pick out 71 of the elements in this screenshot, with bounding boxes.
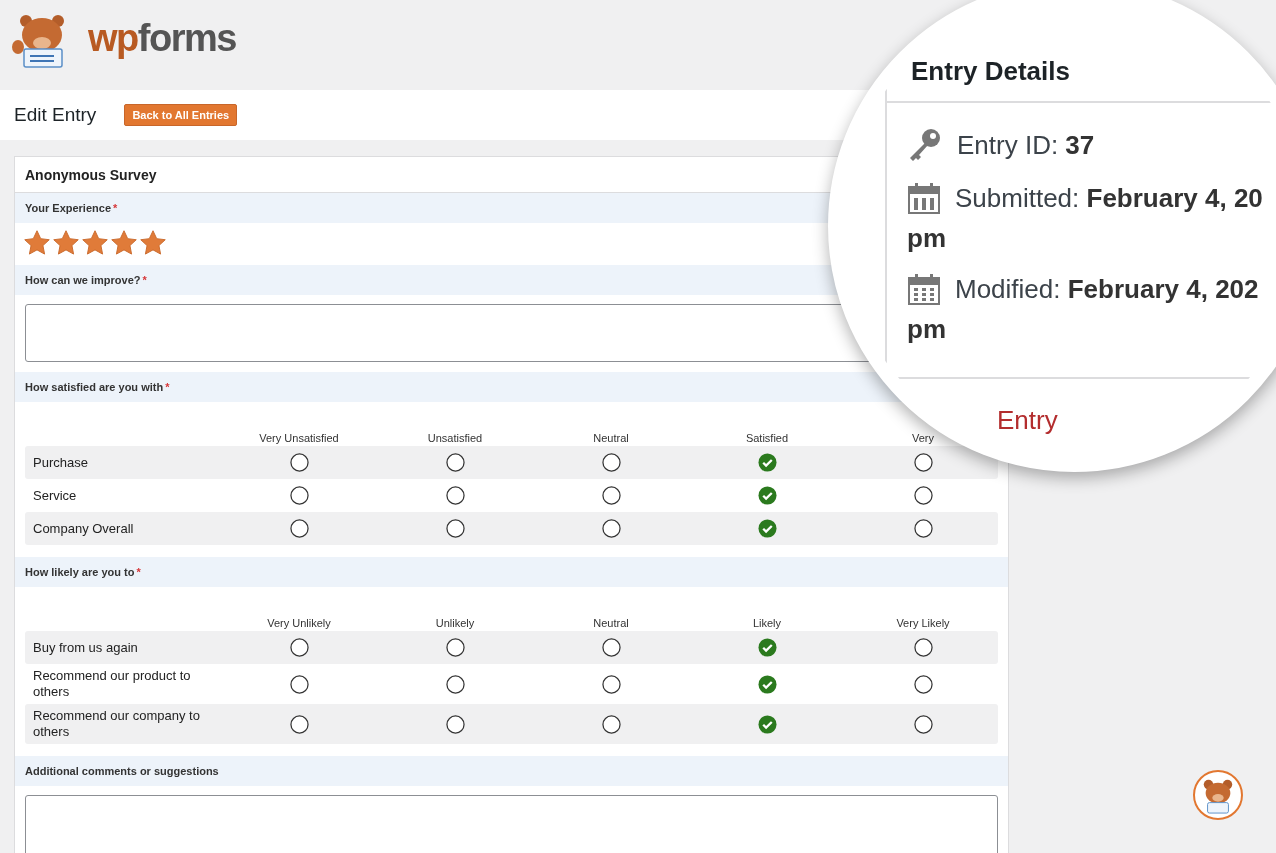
radio-icon[interactable] (913, 486, 933, 505)
radio-icon[interactable] (289, 453, 309, 472)
radio-icon[interactable] (601, 674, 621, 694)
radio-icon[interactable] (601, 714, 621, 734)
column-header: Likely (752, 617, 782, 629)
radio-icon[interactable] (289, 486, 309, 505)
panel-title: Entry Details (887, 34, 1276, 103)
radio-icon[interactable] (913, 674, 933, 694)
radio-icon[interactable] (913, 519, 933, 538)
radio-icon[interactable] (289, 519, 309, 538)
column-header: Neutral (593, 617, 629, 629)
bear-badge-icon[interactable] (1193, 770, 1243, 820)
text-area-field[interactable] (25, 795, 998, 853)
radio-icon[interactable] (913, 638, 933, 657)
row-label: Buy from us again (33, 639, 138, 655)
detail-text: pm (907, 223, 947, 254)
entry-link[interactable]: Entry (997, 405, 1058, 435)
star-icon[interactable] (23, 229, 51, 257)
radio-icon[interactable] (601, 453, 621, 472)
check-radio-icon[interactable] (757, 638, 777, 657)
radio-icon[interactable] (445, 714, 465, 734)
check-radio-icon[interactable] (757, 453, 777, 472)
column-header: Unsatisfied (427, 432, 483, 444)
row-label: Purchase (33, 454, 88, 470)
column-header: Very Unsatisfied (259, 432, 339, 444)
calendar-icon (907, 272, 941, 306)
radio-icon[interactable] (445, 674, 465, 694)
calendar-icon (907, 181, 941, 215)
radio-icon[interactable] (913, 714, 933, 734)
column-header: Neutral (593, 432, 629, 444)
column-header: Satisfied (745, 432, 789, 444)
column-header: Unlikely (435, 617, 475, 629)
check-radio-icon[interactable] (757, 714, 777, 734)
radio-icon[interactable] (289, 714, 309, 734)
field-label: How can we improve? (25, 274, 141, 286)
required-mark: * (136, 566, 141, 578)
radio-icon[interactable] (289, 674, 309, 694)
field-label: Your Experience (25, 202, 111, 214)
field-label: How satisfied are you with (25, 381, 164, 393)
column-header: Very (912, 432, 934, 444)
detail-text: pm (907, 314, 947, 345)
star-icon[interactable] (52, 229, 80, 257)
radio-icon[interactable] (601, 519, 621, 538)
row-label: Recommend our product to others (33, 668, 191, 699)
page-title: Edit Entry (14, 104, 97, 126)
required-mark: * (165, 381, 170, 393)
radio-icon[interactable] (445, 519, 465, 538)
radio-icon[interactable] (289, 638, 309, 657)
field-label: Additional comments or suggestions (25, 765, 219, 777)
radio-icon[interactable] (445, 486, 465, 505)
logo-text: wpforms (88, 16, 236, 60)
radio-icon[interactable] (445, 453, 465, 472)
field-label: How likely are you to (25, 566, 135, 578)
column-header: Very Likely (896, 617, 950, 629)
radio-icon[interactable] (445, 638, 465, 657)
check-radio-icon[interactable] (757, 519, 777, 538)
radio-icon[interactable] (601, 638, 621, 657)
star-icon[interactable] (81, 229, 109, 257)
row-label: Service (33, 487, 77, 503)
check-radio-icon[interactable] (757, 674, 777, 694)
radio-icon[interactable] (913, 453, 933, 472)
row-label: Recommend our company to others (33, 708, 200, 739)
detail-text: Modified: February 4, 202 (955, 273, 1259, 305)
required-mark: * (113, 202, 118, 214)
radio-icon[interactable] (601, 486, 621, 505)
required-mark: * (142, 274, 147, 286)
check-radio-icon[interactable] (757, 486, 777, 505)
star-icon[interactable] (110, 229, 138, 257)
row-label: Company Overall (33, 520, 134, 536)
star-icon[interactable] (139, 229, 167, 257)
column-header: Very Unlikely (267, 617, 331, 629)
